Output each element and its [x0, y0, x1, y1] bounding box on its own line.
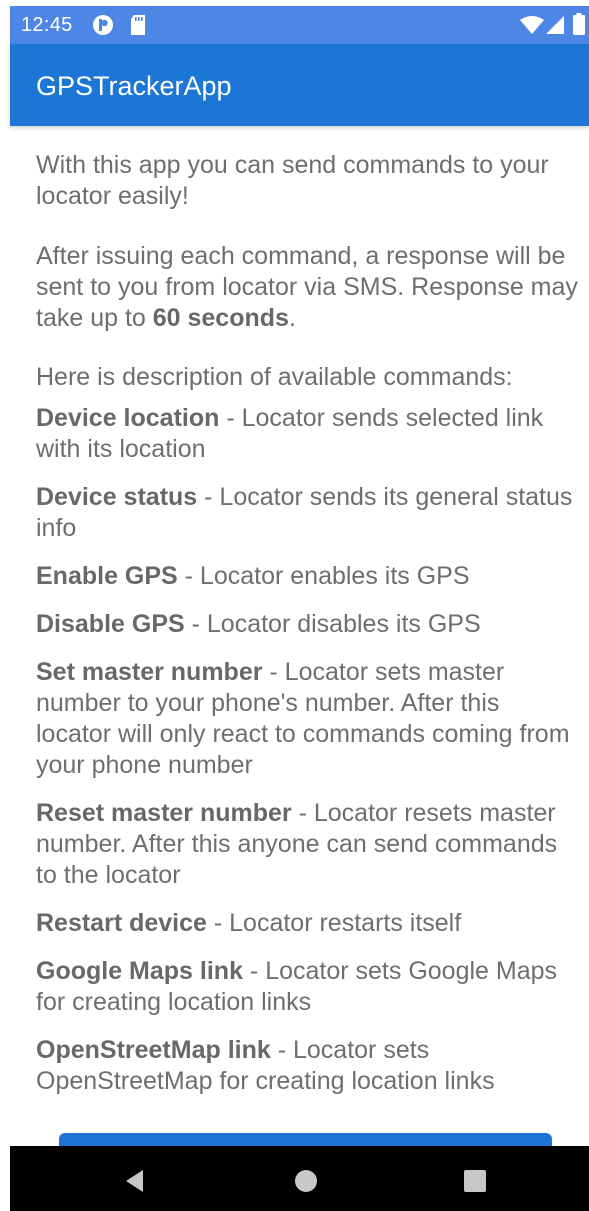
response-time-value: 60 seconds — [152, 304, 289, 332]
home-icon[interactable] — [291, 1166, 321, 1196]
command-name: Reset master number — [36, 799, 292, 827]
command-enable-gps: Enable GPS - Locator enables its GPS — [36, 561, 581, 592]
response-text-start: After issuing each command, a response w… — [36, 242, 578, 332]
back-icon[interactable] — [122, 1166, 152, 1196]
app-title: GPSTrackerApp — [36, 71, 232, 101]
command-name: Disable GPS — [36, 610, 185, 638]
wifi-icon — [520, 16, 544, 39]
command-name: Device status — [36, 483, 198, 511]
command-name: OpenStreetMap link — [36, 1036, 271, 1064]
response-info-text: After issuing each command, a response w… — [36, 241, 581, 334]
command-name: Device location — [36, 404, 220, 432]
command-restart-device: Restart device - Locator restarts itself — [36, 908, 581, 939]
command-device-status: Device status - Locator sends its genera… — [36, 482, 581, 544]
command-set-master-number: Set master number - Locator sets master … — [36, 657, 581, 781]
recents-icon[interactable] — [460, 1166, 490, 1196]
command-openstreetmap-link: OpenStreetMap link - Locator sets OpenSt… — [36, 1035, 581, 1097]
battery-icon — [573, 13, 585, 40]
command-name: Restart device — [36, 909, 207, 937]
intro-text: With this app you can send commands to y… — [36, 151, 549, 210]
commands-description-heading: Here is description of available command… — [36, 363, 513, 391]
command-description: - Locator restarts itself — [206, 909, 462, 937]
status-time: 12:45 — [21, 14, 73, 36]
command-description: - Locator enables its GPS — [177, 562, 470, 590]
command-device-location: Device location - Locator sends selected… — [36, 403, 581, 465]
navigation-bar — [10, 1146, 589, 1211]
app-bar: GPSTrackerApp — [10, 44, 589, 126]
command-name: Set master number — [36, 658, 263, 686]
command-description: - Locator disables its GPS — [184, 610, 481, 638]
command-reset-master-number: Reset master number - Locator resets mas… — [36, 798, 581, 891]
cell-signal-icon — [546, 16, 564, 39]
response-text-end: . — [288, 304, 296, 332]
command-name: Google Maps link — [36, 957, 243, 985]
status-bar: 12:45 — [10, 6, 589, 44]
content-area: With this app you can send commands to y… — [36, 150, 581, 1114]
command-disable-gps: Disable GPS - Locator disables its GPS — [36, 609, 581, 640]
command-name: Enable GPS — [36, 562, 178, 590]
sd-card-icon — [130, 14, 146, 41]
command-google-maps-link: Google Maps link - Locator sets Google M… — [36, 956, 581, 1018]
notification-app-icon — [92, 14, 114, 41]
